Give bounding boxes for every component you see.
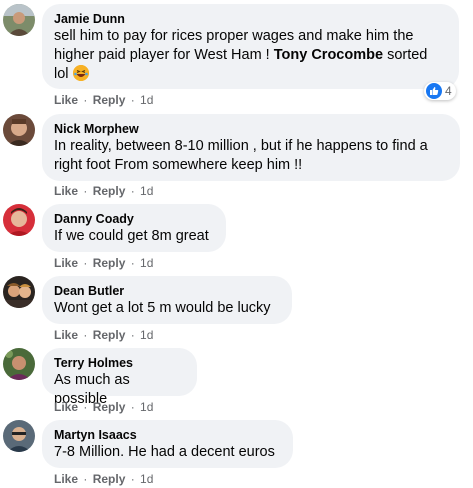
comment-bubble: Danny Coady If we could get 8m great (42, 204, 226, 252)
like-link[interactable]: Like (54, 184, 78, 198)
avatar[interactable] (3, 420, 35, 452)
reaction-count-badge[interactable]: 4 (424, 82, 456, 100)
timestamp[interactable]: 1d (140, 93, 153, 107)
comment-bubble: Jamie Dunn sell him to pay for rices pro… (42, 4, 459, 89)
comment-actions: Like · Reply · 1d (54, 184, 154, 198)
comment-actions: Like · Reply · 1d (54, 328, 154, 342)
like-link[interactable]: Like (54, 256, 78, 270)
comment-text: sell him to pay for rices proper wages a… (54, 28, 428, 82)
timestamp[interactable]: 1d (140, 256, 153, 270)
like-link[interactable]: Like (54, 93, 78, 107)
comment-actions: Like · Reply · 1d (54, 93, 154, 107)
comment-bubble: Nick Morphew In reality, between 8-10 mi… (42, 114, 460, 181)
reply-link[interactable]: Reply (93, 184, 126, 198)
comment-text: In reality, between 8-10 million , but i… (54, 138, 428, 173)
avatar[interactable] (3, 4, 35, 36)
comment-actions: Like · Reply · 1d (54, 400, 154, 414)
laughing-emoji-icon (72, 65, 89, 81)
comment-bubble: Terry Holmes As much as possible (42, 348, 197, 407)
reply-link[interactable]: Reply (93, 256, 126, 270)
comment-bubble: Martyn Isaacs 7-8 Million. He had a dece… (42, 420, 293, 468)
comment-actions: Like · Reply · 1d (54, 472, 154, 486)
reply-link[interactable]: Reply (93, 93, 126, 107)
comment-bubble: Dean Butler Wont get a lot 5 m would be … (42, 276, 292, 324)
comment-text: 7-8 Million. He had a decent euros (54, 444, 275, 460)
comment-author[interactable]: Danny Coady (54, 211, 214, 227)
like-link[interactable]: Like (54, 328, 78, 342)
avatar[interactable] (3, 204, 35, 236)
comment-author[interactable]: Terry Holmes (54, 355, 185, 371)
comment-text: Wont get a lot 5 m would be lucky (54, 300, 271, 316)
comment-actions: Like · Reply · 1d (54, 256, 154, 270)
mention-link[interactable]: Tony Crocombe (274, 47, 383, 63)
thumbs-up-icon (426, 83, 442, 99)
timestamp[interactable]: 1d (140, 184, 153, 198)
comment-author[interactable]: Dean Butler (54, 283, 280, 299)
comment-author[interactable]: Martyn Isaacs (54, 427, 281, 443)
timestamp[interactable]: 1d (140, 472, 153, 486)
avatar[interactable] (3, 114, 35, 146)
like-link[interactable]: Like (54, 472, 78, 486)
like-link[interactable]: Like (54, 400, 78, 414)
timestamp[interactable]: 1d (140, 328, 153, 342)
avatar[interactable] (3, 276, 35, 308)
comment-author[interactable]: Nick Morphew (54, 121, 448, 137)
reply-link[interactable]: Reply (93, 400, 126, 414)
comment-text: If we could get 8m great (54, 228, 209, 244)
comment-author[interactable]: Jamie Dunn (54, 11, 447, 27)
avatar[interactable] (3, 348, 35, 380)
reply-link[interactable]: Reply (93, 472, 126, 486)
reply-link[interactable]: Reply (93, 328, 126, 342)
timestamp[interactable]: 1d (140, 400, 153, 414)
